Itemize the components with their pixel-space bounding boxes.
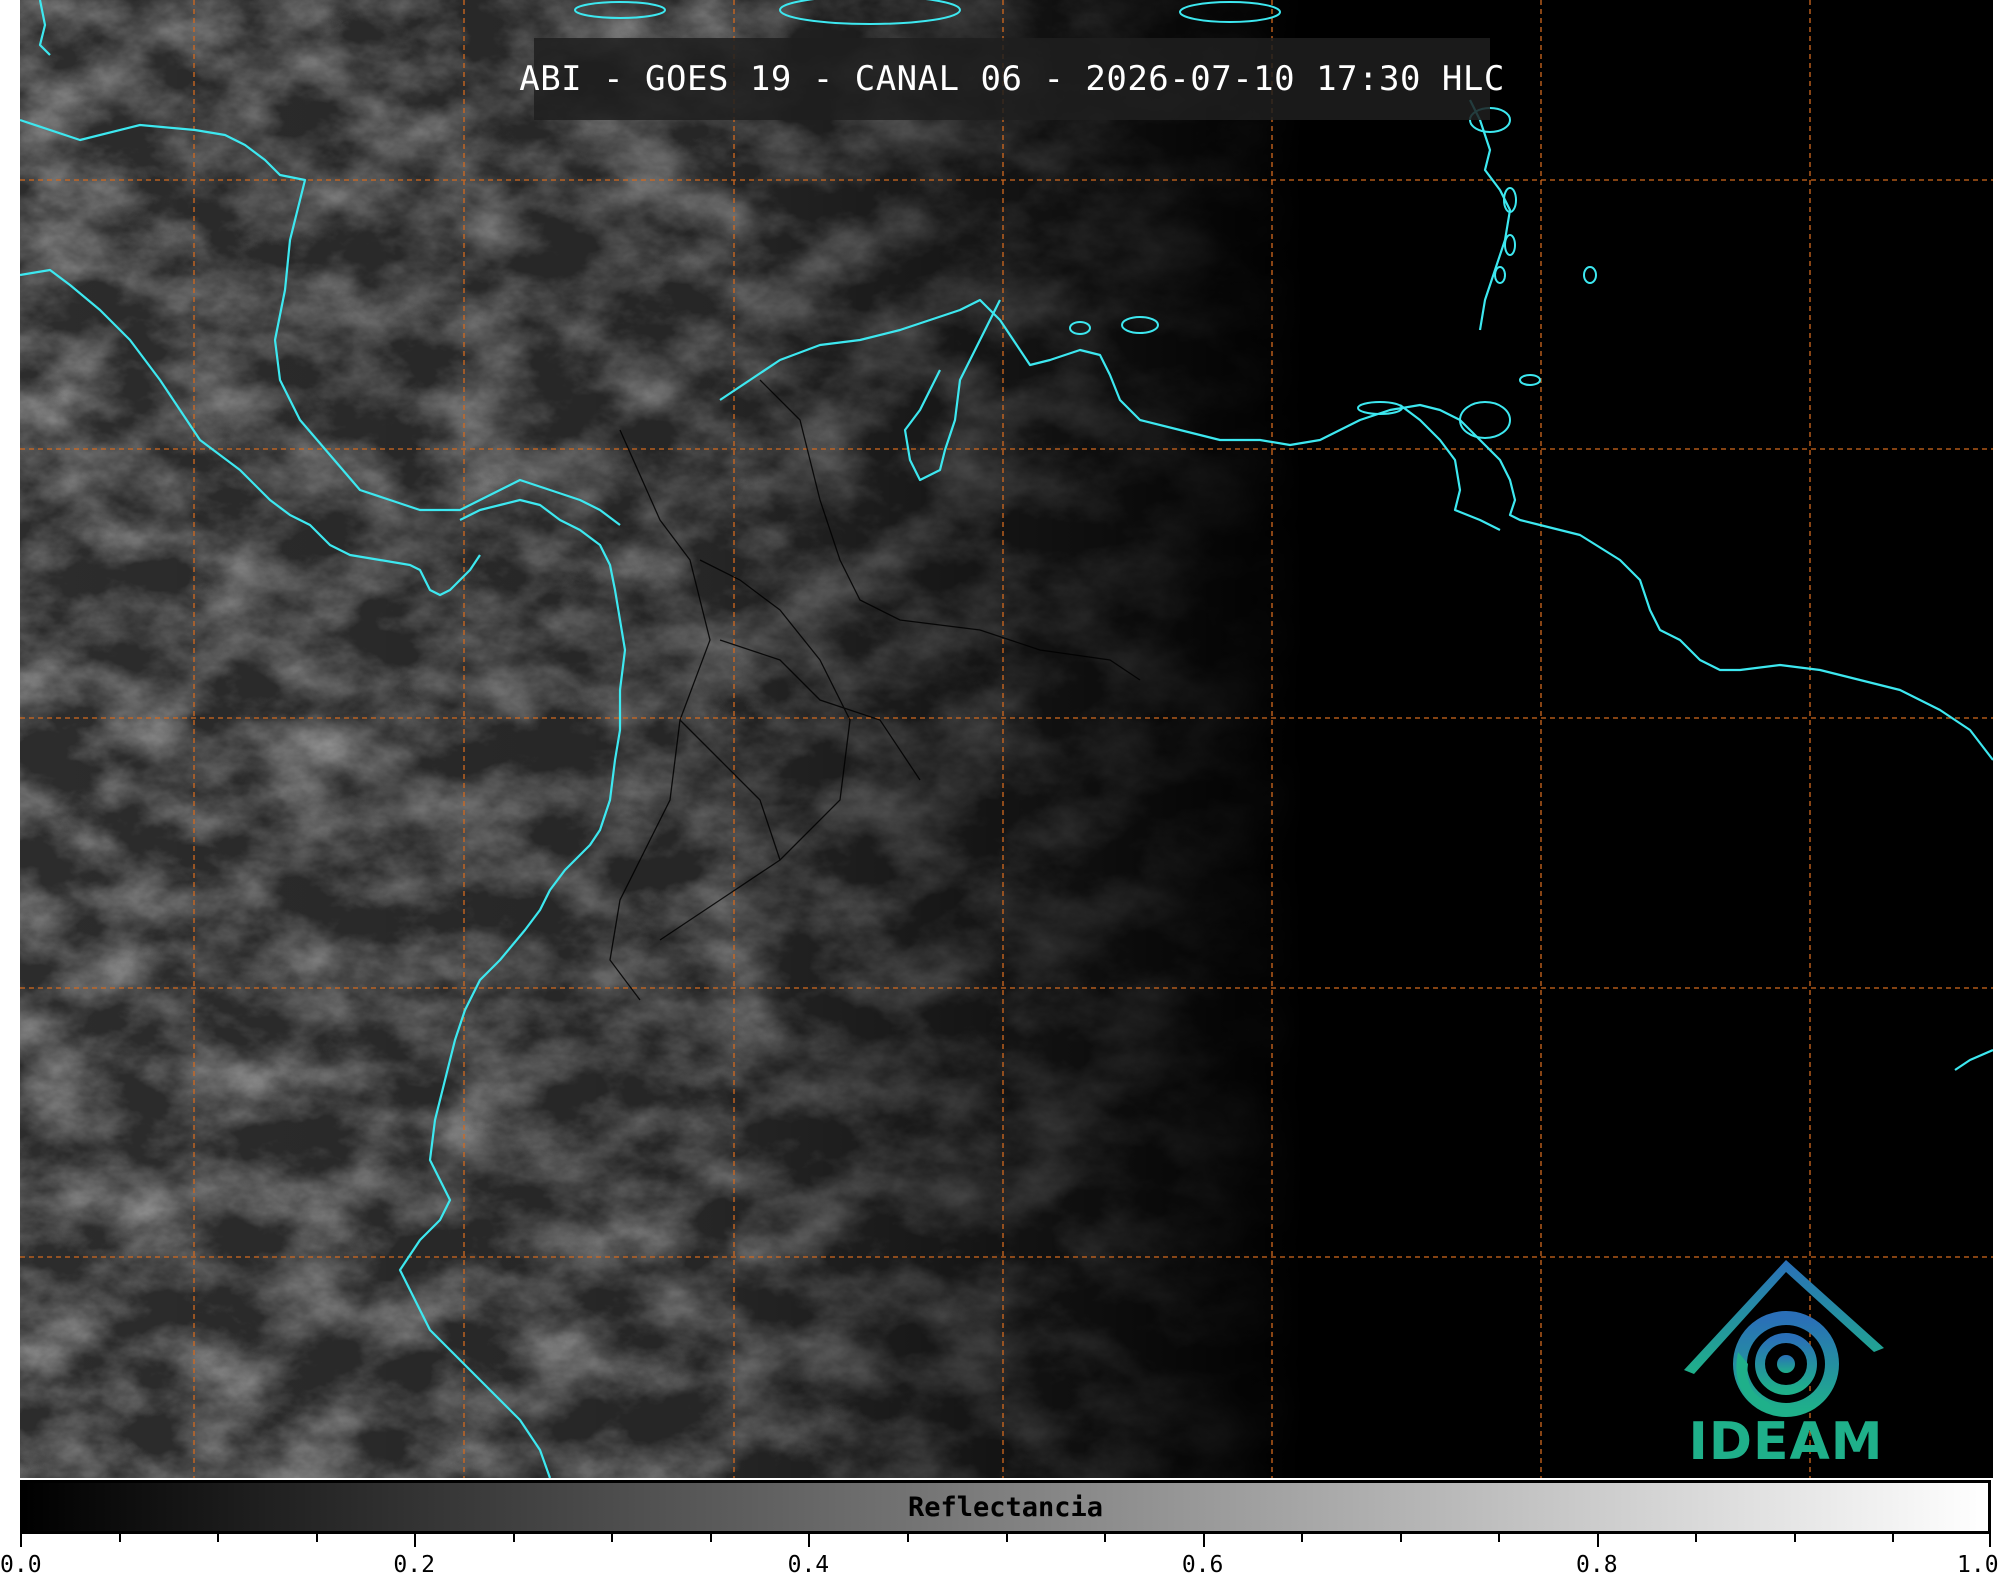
- colorbar-minor-tick: [315, 1534, 318, 1542]
- colorbar-minor-tick: [1793, 1534, 1796, 1542]
- colorbar-minor-tick: [1005, 1534, 1008, 1542]
- satellite-map: ABI - GOES 19 - CANAL 06 - 2026-07-10 17…: [20, 0, 1993, 1478]
- colorbar-major-tick: [808, 1534, 811, 1547]
- colorbar-axis: 0.0 0.2 0.4 0.6 0.8 1.0: [0, 1534, 1999, 1578]
- colorbar-tick-label: 0.2: [393, 1552, 435, 1578]
- colorbar-minor-tick: [611, 1534, 614, 1542]
- colorbar-tick-label: 0.8: [1576, 1552, 1618, 1578]
- colorbar-minor-tick: [1399, 1534, 1402, 1542]
- colorbar-minor-tick: [1498, 1534, 1501, 1542]
- colorbar-major-tick: [414, 1534, 417, 1547]
- colorbar-minor-tick: [512, 1534, 515, 1542]
- colorbar-minor-tick: [1892, 1534, 1895, 1542]
- colorbar-major-tick: [1989, 1534, 1991, 1547]
- colorbar-major-tick: [1596, 1534, 1599, 1547]
- colorbar-major-tick: [20, 1534, 22, 1547]
- colorbar-tick-label: 0.4: [787, 1552, 830, 1578]
- colorbar-minor-tick: [1104, 1534, 1107, 1542]
- title-banner: ABI - GOES 19 - CANAL 06 - 2026-07-10 17…: [519, 38, 1504, 120]
- colorbar-label: Reflectancia: [907, 1491, 1104, 1523]
- colorbar-tick-label: 1.0: [1957, 1552, 1999, 1578]
- colorbar-minor-tick: [118, 1534, 121, 1542]
- reflectance-colorbar: Reflectancia: [20, 1480, 1991, 1534]
- colorbar-minor-tick: [1301, 1534, 1304, 1542]
- ideam-logo: IDEAM: [1668, 1252, 1904, 1478]
- colorbar-tick-label: 0.6: [1181, 1552, 1224, 1578]
- map-title: ABI - GOES 19 - CANAL 06 - 2026-07-10 17…: [519, 59, 1505, 99]
- ideam-logo-text: IDEAM: [1688, 1412, 1884, 1472]
- colorbar-tick-label: 0.0: [0, 1552, 42, 1578]
- colorbar-minor-tick: [1695, 1534, 1698, 1542]
- ideam-logo-icon: [1684, 1260, 1884, 1417]
- colorbar-minor-tick: [906, 1534, 909, 1542]
- colorbar-minor-tick: [217, 1534, 220, 1542]
- colorbar-major-tick: [1202, 1534, 1205, 1547]
- colorbar-minor-tick: [709, 1534, 712, 1542]
